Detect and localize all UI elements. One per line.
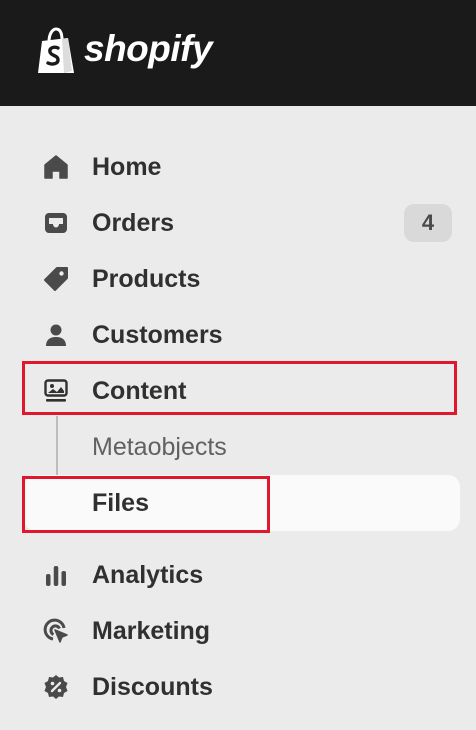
top-bar: shopify bbox=[0, 0, 476, 106]
sidebar-item-orders[interactable]: Orders 4 bbox=[24, 195, 460, 251]
sidebar-item-label: Customers bbox=[92, 321, 223, 349]
sidebar-item-label: Marketing bbox=[92, 617, 211, 645]
sidebar-item-label: Analytics bbox=[92, 561, 204, 589]
sidebar-item-label: Files bbox=[92, 489, 149, 517]
orders-count-badge: 4 bbox=[404, 204, 452, 242]
sidebar-item-label: Metaobjects bbox=[92, 433, 227, 461]
sidebar-item-home[interactable]: Home bbox=[24, 139, 460, 195]
bar-chart-icon bbox=[42, 561, 70, 589]
brand-name: shopify bbox=[84, 28, 213, 69]
sidebar-item-marketing[interactable]: Marketing bbox=[24, 603, 460, 659]
sidebar-item-label: Products bbox=[92, 265, 201, 293]
person-icon bbox=[42, 321, 70, 349]
sidebar-item-label: Content bbox=[92, 377, 187, 405]
shopify-logo[interactable]: shopify bbox=[36, 27, 213, 75]
sidebar-item-label: Orders bbox=[92, 209, 174, 237]
sidebar-item-files[interactable]: Files bbox=[24, 475, 460, 531]
sidebar-item-metaobjects[interactable]: Metaobjects bbox=[24, 419, 460, 475]
target-icon bbox=[42, 617, 70, 645]
image-icon bbox=[42, 377, 70, 405]
sidebar-item-customers[interactable]: Customers bbox=[24, 307, 460, 363]
sidebar-item-analytics[interactable]: Analytics bbox=[24, 547, 460, 603]
tag-icon bbox=[42, 265, 70, 293]
sidebar-item-content[interactable]: Content bbox=[24, 363, 460, 419]
sidebar-item-products[interactable]: Products bbox=[24, 251, 460, 307]
shopify-bag-icon bbox=[36, 27, 76, 75]
sidebar-item-discounts[interactable]: Discounts bbox=[24, 659, 460, 715]
home-icon bbox=[42, 153, 70, 181]
sidebar-item-label: Home bbox=[92, 153, 162, 181]
sidebar-item-label: Discounts bbox=[92, 673, 213, 701]
inbox-icon bbox=[42, 209, 70, 237]
discount-icon bbox=[42, 673, 70, 701]
